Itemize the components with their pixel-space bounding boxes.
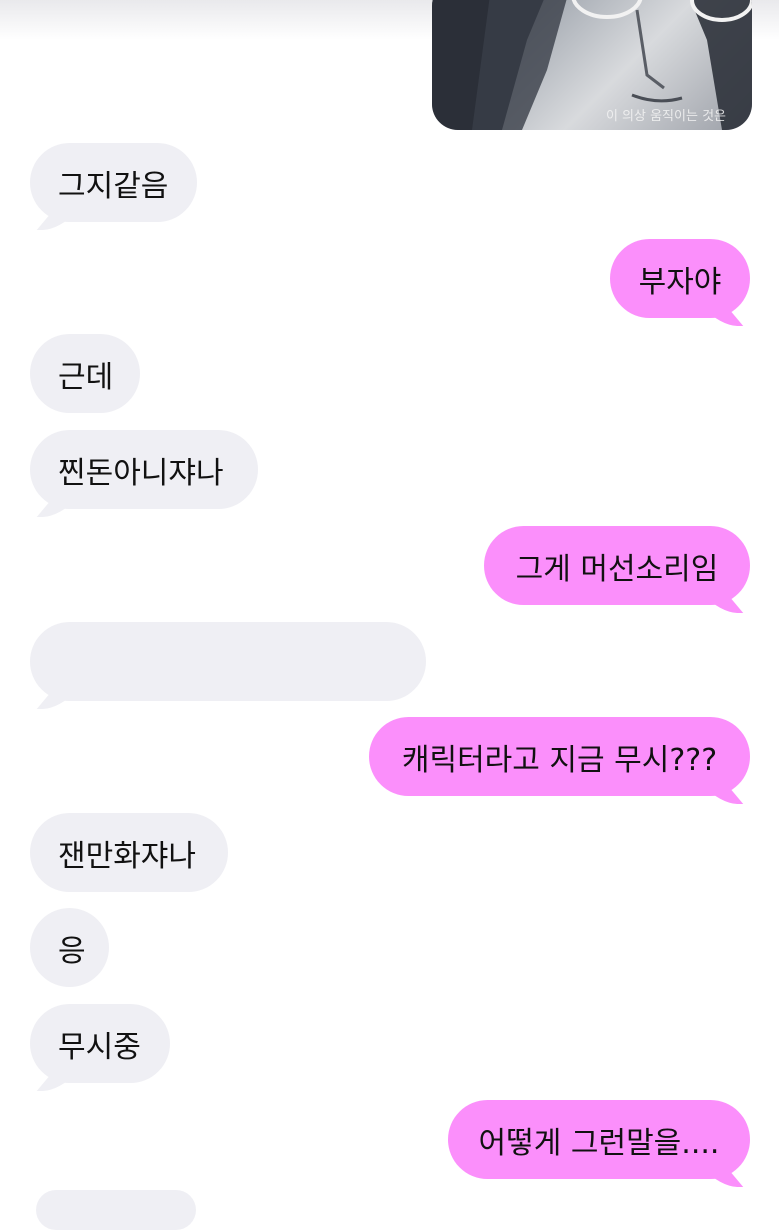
- message-bubble-received[interactable]: 찐돈아니쟈나: [30, 430, 258, 517]
- message-text: 그지같음: [58, 168, 169, 204]
- message-bubble-sent[interactable]: 캐릭터라고 지금 무시???: [369, 717, 750, 804]
- message-bubble-partial[interactable]: [36, 1190, 196, 1230]
- message-bubble-received[interactable]: 그지같음: [30, 143, 197, 230]
- message-text: 잰만화쟈나: [58, 838, 196, 874]
- bubble-tail: [36, 208, 80, 230]
- message-text: 근데: [58, 359, 114, 395]
- message-bubble-received[interactable]: 무시중: [30, 1004, 170, 1091]
- message-text: 찐돈아니쟈나: [58, 455, 224, 491]
- message-bubble-sent[interactable]: 어떻게 그런말을....: [448, 1100, 750, 1187]
- message-text: 부자야: [638, 264, 722, 300]
- image-caption: 이 의상 움직이는 것은: [605, 109, 726, 124]
- bubble-tail: [36, 495, 80, 517]
- message-text: 무시중: [58, 1029, 141, 1065]
- message-bubble-received[interactable]: 근데: [30, 334, 140, 413]
- message-bubble-sent[interactable]: 그게 머선소리임: [484, 526, 750, 613]
- shared-image[interactable]: 이 의상 움직이는 것은: [432, 0, 752, 130]
- message-bubble-sent[interactable]: 부자야: [610, 239, 750, 326]
- message-bubble-received[interactable]: 응: [30, 908, 109, 987]
- message-bubble-received-blank[interactable]: [30, 622, 426, 709]
- message-text: 캐릭터라고 지금 무시???: [401, 742, 718, 778]
- message-text: 어떻게 그런말을....: [478, 1125, 720, 1161]
- bubble-tail: [700, 782, 744, 804]
- bubble-tail: [700, 1165, 744, 1187]
- message-bubble-received[interactable]: 잰만화쟈나: [30, 813, 228, 892]
- message-text: 응: [58, 933, 86, 969]
- bubble-tail: [700, 304, 744, 326]
- bubble-tail: [36, 687, 80, 709]
- bubble-tail: [700, 591, 744, 613]
- message-text: 그게 머선소리임: [515, 551, 719, 587]
- bubble-tail: [36, 1069, 80, 1091]
